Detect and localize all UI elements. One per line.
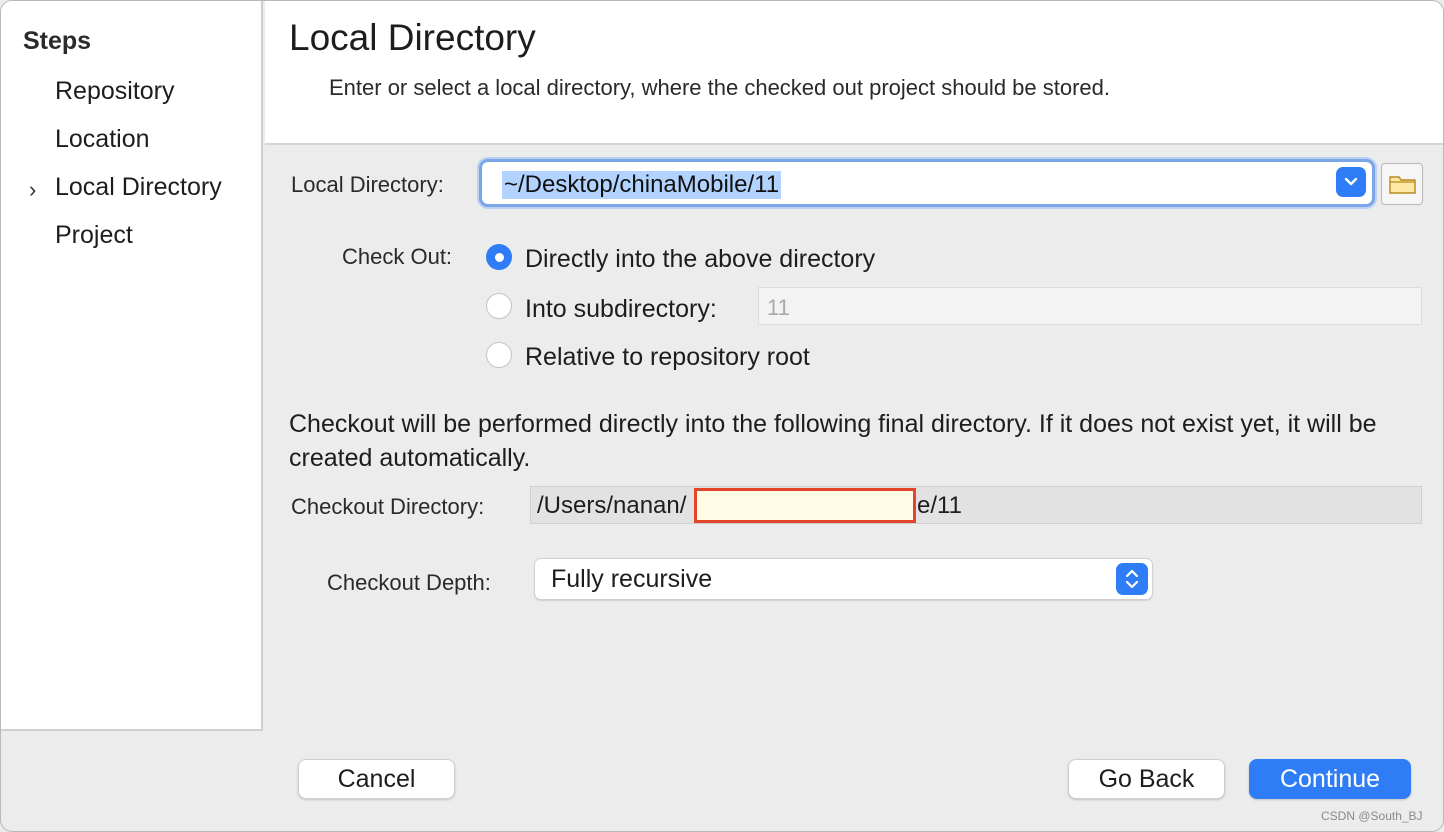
checkout-info-text: Checkout will be performed directly into…	[289, 410, 1377, 472]
sidebar-item-repository: Repository	[55, 77, 175, 105]
current-step-marker-icon: ›	[29, 177, 37, 202]
steps-sidebar: Steps Repository Location › Local Direct…	[1, 1, 263, 731]
steps-title: Steps	[23, 27, 92, 55]
radio-subdirectory-label[interactable]: Into subdirectory:	[525, 295, 717, 324]
dialog-window: Steps Repository Location › Local Direct…	[0, 0, 1444, 832]
sidebar-item-project: Project	[55, 221, 133, 249]
checkout-depth-value[interactable]: Fully recursive	[551, 565, 712, 594]
checkout-depth-select[interactable]: Fully recursive	[534, 558, 1153, 600]
up-down-chevron-icon	[1125, 569, 1139, 589]
sidebar-item-location: Location	[55, 125, 150, 153]
subdirectory-input: 11	[758, 287, 1422, 325]
folder-icon	[1389, 176, 1416, 194]
local-directory-value[interactable]: ~/Desktop/chinaMobile/11	[502, 171, 782, 199]
local-directory-label: Local Directory:	[291, 172, 444, 197]
radio-subdirectory[interactable]	[486, 293, 512, 319]
depth-select-button[interactable]	[1116, 563, 1148, 595]
radio-relative-root[interactable]	[486, 342, 512, 368]
subdirectory-value: 11	[767, 295, 790, 320]
checkout-directory-suffix: e/11	[917, 492, 962, 519]
browse-folder-button[interactable]	[1381, 163, 1423, 205]
checkout-directory-label: Checkout Directory:	[291, 494, 485, 519]
watermark: CSDN @South_BJ	[1321, 809, 1423, 823]
page-description: Enter or select a local directory, where…	[329, 75, 1111, 100]
local-directory-combobox[interactable]: ~/Desktop/chinaMobile/11	[479, 159, 1375, 207]
radio-relative-root-label[interactable]: Relative to repository root	[525, 343, 810, 372]
checkout-directory-field: /Users/nanan/ e/11	[530, 486, 1422, 524]
page-header: Local Directory Enter or select a local …	[265, 1, 1443, 145]
page-title: Local Directory	[289, 17, 536, 58]
check-out-label: Check Out:	[342, 244, 453, 269]
dropdown-button[interactable]	[1336, 167, 1366, 197]
chevron-down-icon	[1344, 177, 1358, 186]
go-back-button[interactable]: Go Back	[1068, 759, 1225, 799]
cancel-button[interactable]: Cancel	[298, 759, 455, 799]
radio-directly[interactable]	[486, 244, 512, 270]
checkout-depth-label: Checkout Depth:	[327, 570, 491, 595]
radio-directly-label[interactable]: Directly into the above directory	[525, 245, 875, 274]
redaction-box	[694, 488, 916, 523]
checkout-directory-prefix: /Users/nanan/	[537, 492, 687, 519]
sidebar-item-local-directory: Local Directory	[55, 173, 222, 201]
continue-button[interactable]: Continue	[1249, 759, 1411, 799]
